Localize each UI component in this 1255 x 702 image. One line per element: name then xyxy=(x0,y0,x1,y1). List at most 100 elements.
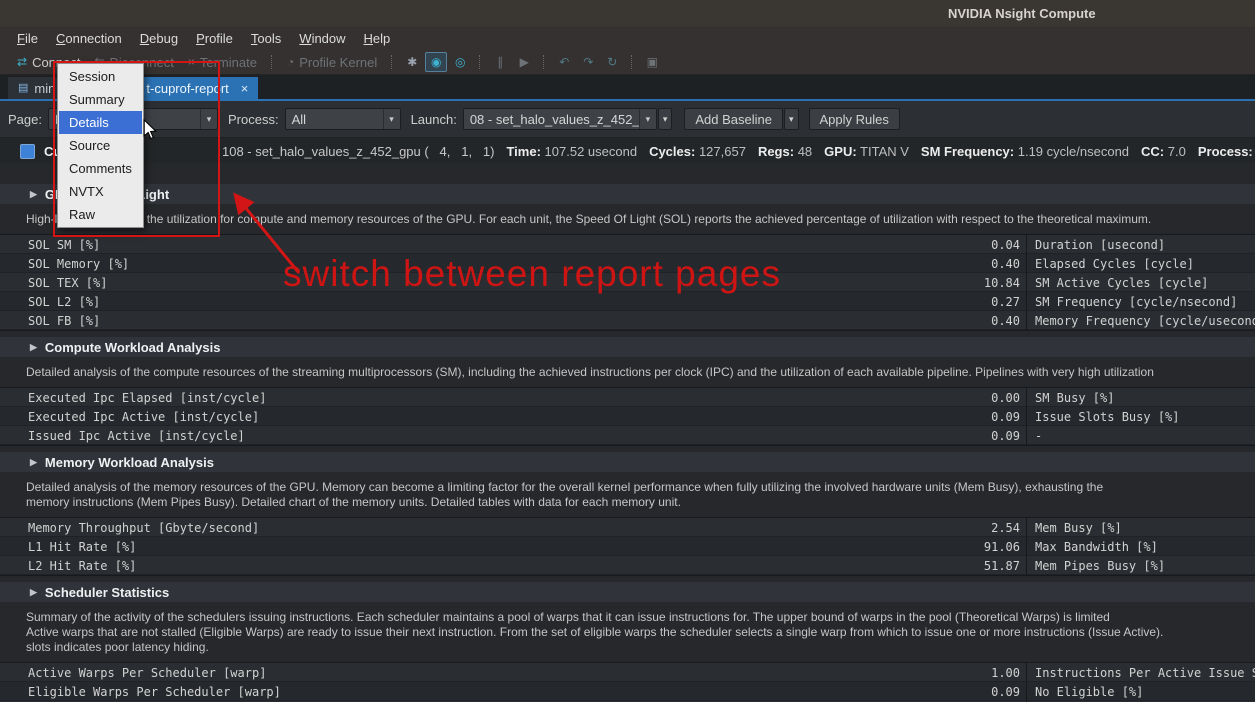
chevron-down-icon[interactable]: ▾ xyxy=(383,109,400,129)
kernel-stat: Regs: 48 xyxy=(758,144,812,159)
metric-name: L1 Hit Rate [%] xyxy=(0,540,136,554)
step-back-icon[interactable]: ↶ xyxy=(553,52,575,72)
metric-cell-left: SOL TEX [%]10.84 xyxy=(0,273,1027,292)
menu-connection[interactable]: Connection xyxy=(47,28,131,49)
metric-name: Executed Ipc Elapsed [inst/cycle] xyxy=(0,391,266,405)
metric-name-right: No Eligible [%] xyxy=(1027,685,1255,699)
step-over-icon[interactable]: ↷ xyxy=(577,52,599,72)
kernel-stat-label: Cycles: xyxy=(649,144,695,159)
metric-value: 51.87 xyxy=(984,559,1026,573)
kernel-stat-value: 7.0 xyxy=(1168,144,1186,159)
menu-item-details[interactable]: Details xyxy=(59,111,142,134)
section-header-gpu-speed-of-light[interactable]: ▶GPU Speed Of Light xyxy=(0,184,1255,204)
profile-kernel-button[interactable]: ◔Profile Kernel xyxy=(280,53,384,72)
kernel-select-checkbox[interactable] xyxy=(20,144,35,159)
section-header-memory-workload-analysis[interactable]: ▶ Memory Workload Analysis xyxy=(0,452,1255,472)
metric-name: SOL FB [%] xyxy=(0,314,100,328)
launch-combo[interactable]: 08 - set_halo_values_z_452_gpu ▾ xyxy=(463,108,657,130)
expander-icon: ▶ xyxy=(30,457,37,468)
launch-dropdown-button[interactable]: ▾ xyxy=(658,108,673,130)
metric-value: 0.00 xyxy=(991,391,1026,405)
menu-window[interactable]: Window xyxy=(290,28,354,49)
metric-name-right: Elapsed Cycles [cycle] xyxy=(1027,257,1255,271)
page-label: Page: xyxy=(8,112,42,127)
menu-item-session[interactable]: Session xyxy=(59,65,142,88)
add-baseline-dropdown-button[interactable]: ▾ xyxy=(784,108,799,130)
apply-rules-button[interactable]: Apply Rules xyxy=(809,108,900,130)
kernel-stat: Time: 107.52 usecond xyxy=(506,144,637,159)
menu-tools[interactable]: Tools xyxy=(242,28,290,49)
chevron-down-icon[interactable]: ▾ xyxy=(200,109,217,129)
description-line: Summary of the activity of the scheduler… xyxy=(26,610,1255,625)
kernel-stat-value: 48 xyxy=(798,144,812,159)
menu-item-raw[interactable]: Raw xyxy=(59,203,142,226)
metric-name-right: SM Frequency [cycle/nsecond] xyxy=(1027,295,1255,309)
metric-value: 0.40 xyxy=(991,257,1026,271)
expander-icon: ▶ xyxy=(30,587,37,598)
section-header-scheduler-statistics[interactable]: ▶ Scheduler Statistics xyxy=(0,582,1255,602)
menu-mnemonic: H xyxy=(364,31,373,46)
close-tab-icon[interactable]: × xyxy=(241,81,249,96)
menu-help[interactable]: Help xyxy=(355,28,400,49)
kernel-stat-label: SM Frequency: xyxy=(921,144,1014,159)
resume-icon[interactable]: ▶ xyxy=(513,52,535,72)
menu-item-comments[interactable]: Comments xyxy=(59,157,142,180)
kernel-stats: Time: 107.52 usecond Cycles: 127,657 Regs:… xyxy=(506,144,1255,159)
metric-cell-left: L1 Hit Rate [%]91.06 xyxy=(0,537,1027,556)
step-forward-icon[interactable]: ↻ xyxy=(601,52,623,72)
section-description: Summary of the activity of the scheduler… xyxy=(26,610,1255,655)
metric-cell-left: SOL L2 [%]0.27 xyxy=(0,292,1027,311)
metric-name: Memory Throughput [Gbyte/second] xyxy=(0,521,259,535)
kernel-stat-label: Process: xyxy=(1198,144,1253,159)
table-row: Memory Throughput [Gbyte/second]2.54Mem … xyxy=(0,518,1255,537)
metric-value: 1.00 xyxy=(991,666,1026,680)
description-line: High-level overview of the utilization f… xyxy=(26,212,1255,227)
metrics-table: Memory Throughput [Gbyte/second]2.54 Mem … xyxy=(0,517,1255,576)
menu-debug[interactable]: Debug xyxy=(131,28,187,49)
metric-sections-icon[interactable]: ✱ xyxy=(401,52,423,72)
kernel-stat: Cycles: 127,657 xyxy=(649,144,746,159)
metric-name-right: Duration [usecond] xyxy=(1027,238,1255,252)
metric-name-right: Mem Pipes Busy [%] xyxy=(1027,559,1255,573)
metric-value: 0.09 xyxy=(991,685,1026,699)
menu-item-source[interactable]: Source xyxy=(59,134,142,157)
auto-profile-icon[interactable]: ◉ xyxy=(425,52,447,72)
metric-cell-left: Memory Throughput [Gbyte/second]2.54 xyxy=(0,518,1027,537)
metric-value: 0.09 xyxy=(991,429,1026,443)
kernel-stat-label: Time: xyxy=(506,144,540,159)
add-baseline-button[interactable]: Add Baseline xyxy=(684,108,783,130)
menu-item-nvtx[interactable]: NVTX xyxy=(59,180,142,203)
launch-label: Launch: xyxy=(411,112,457,127)
metric-name: SOL SM [%] xyxy=(0,238,100,252)
menu-profile[interactable]: Profile xyxy=(187,28,242,49)
menu-mnemonic: W xyxy=(299,31,311,46)
tab-bar: ▤min▤t-cuprof-report× xyxy=(0,75,1255,101)
report-tab-icon: ▤ xyxy=(18,83,28,94)
section-title: Compute Workload Analysis xyxy=(45,340,221,355)
pause-icon[interactable]: ∥ xyxy=(489,52,511,72)
metric-cell-left: Issued Ipc Active [inst/cycle]0.09 xyxy=(0,426,1027,445)
next-trigger-icon[interactable]: ▣ xyxy=(641,52,663,72)
metric-name: Executed Ipc Active [inst/cycle] xyxy=(0,410,259,424)
launch-combo-value: 08 - set_halo_values_z_452_gpu xyxy=(464,112,639,127)
section-title: Memory Workload Analysis xyxy=(45,455,214,470)
metric-name: Eligible Warps Per Scheduler [warp] xyxy=(0,685,281,699)
menu-file[interactable]: File xyxy=(8,28,47,49)
kernel-stat-value: 1.19 cycle/nsecond xyxy=(1018,144,1129,159)
expander-icon: ▶ xyxy=(30,189,37,200)
section-description: High-level overview of the utilization f… xyxy=(26,212,1255,227)
description-line: Detailed analysis of the memory resource… xyxy=(26,480,1255,495)
section-header-compute-workload-analysis[interactable]: ▶Compute Workload Analysis xyxy=(0,337,1255,357)
process-combo[interactable]: All ▾ xyxy=(285,108,401,130)
profile-series-icon[interactable]: ◎ xyxy=(449,52,471,72)
details-report-page: ▶GPU Speed Of Light High-level overview o… xyxy=(0,163,1255,702)
kernel-stat: SM Frequency: 1.19 cycle/nsecond xyxy=(921,144,1129,159)
metric-cell-left: Active Warps Per Scheduler [warp]1.00 xyxy=(0,663,1027,682)
metric-value: 0.09 xyxy=(991,410,1026,424)
menu-item-summary[interactable]: Summary xyxy=(59,88,142,111)
section-title: Scheduler Statistics xyxy=(45,585,169,600)
tab-label: min xyxy=(34,81,55,96)
terminate-button[interactable]: ×Terminate xyxy=(181,53,264,72)
table-row: SOL TEX [%]10.84SM Active Cycles [cycle] xyxy=(0,273,1255,292)
chevron-down-icon[interactable]: ▾ xyxy=(639,109,656,129)
